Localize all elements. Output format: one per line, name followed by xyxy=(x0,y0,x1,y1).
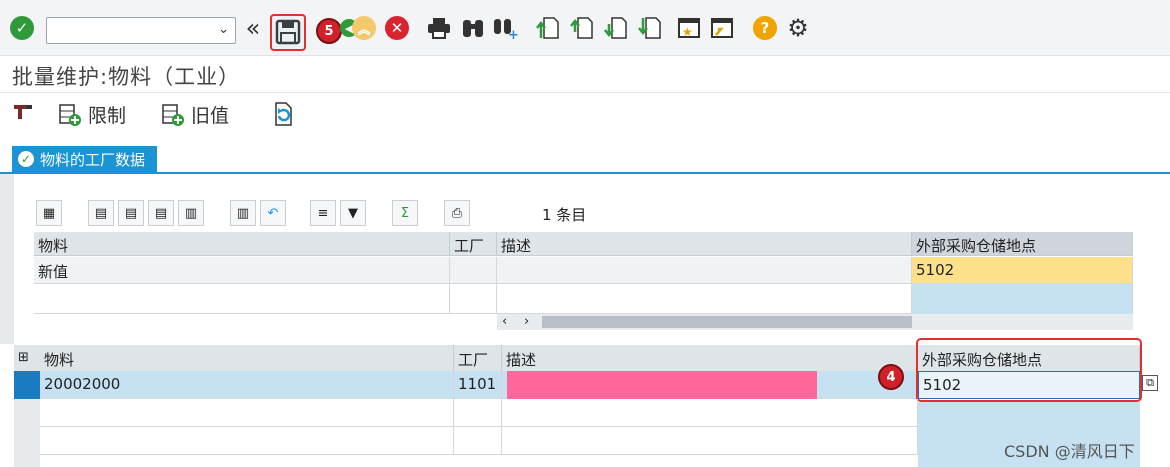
sum-icon[interactable]: Σ xyxy=(392,200,418,226)
redaction-block xyxy=(507,371,817,401)
last-page-icon[interactable] xyxy=(637,15,663,41)
cancel-icon[interactable]: ✕ xyxy=(384,15,410,41)
empty-cell xyxy=(502,399,918,427)
copy-row-icon[interactable]: ▥ xyxy=(230,200,256,226)
col-header-storage-location[interactable]: 外部采购仓储地点 xyxy=(912,232,1133,256)
cell-material[interactable]: 20002000 xyxy=(40,371,454,399)
undo-icon[interactable]: ↶ xyxy=(260,200,286,226)
prev-page-icon[interactable] xyxy=(569,15,595,41)
new-value-plant[interactable] xyxy=(450,257,497,284)
empty-cell xyxy=(40,427,454,455)
refresh-icon xyxy=(275,102,292,126)
empty-cell xyxy=(40,399,454,427)
first-page-icon[interactable] xyxy=(535,15,561,41)
old-value-button[interactable]: 旧值 xyxy=(161,101,229,128)
filter-select-icon[interactable]: ▥ xyxy=(178,200,204,226)
details-icon[interactable]: ▦ xyxy=(36,200,62,226)
table-settings-icon[interactable]: ⊞ xyxy=(14,345,40,371)
scroll-left-icon[interactable]: ‹ xyxy=(502,314,507,329)
col-header-material[interactable]: 物料 xyxy=(34,232,450,256)
settings-icon[interactable]: ⚙ xyxy=(785,14,811,42)
row-count: 1 条目 xyxy=(542,206,587,224)
enter-icon[interactable]: ✓ xyxy=(9,15,35,41)
print-icon[interactable] xyxy=(426,15,452,41)
cell-storage-location[interactable]: 5102 xyxy=(918,371,1140,399)
filter-icon[interactable]: ▼ xyxy=(340,200,366,226)
row-selector[interactable] xyxy=(14,371,40,399)
command-field[interactable]: ⌄ xyxy=(46,17,236,44)
shortcut-icon[interactable] xyxy=(709,15,735,41)
page-title: 批量维护:物料（工业） xyxy=(12,65,241,89)
next-page-icon[interactable] xyxy=(603,15,629,41)
empty-cell xyxy=(502,427,918,455)
empty-cell xyxy=(454,399,502,427)
empty-cell xyxy=(450,284,497,314)
col-header-material[interactable]: 物料 xyxy=(40,345,454,371)
add-column-icon xyxy=(162,103,184,126)
select-all-icon[interactable]: ▤ xyxy=(88,200,114,226)
row-selector-column xyxy=(14,399,40,467)
back-icon[interactable]: « xyxy=(240,14,266,42)
scroll-right-icon[interactable]: › xyxy=(524,314,529,329)
title-bar: 批量维护:物料（工业） xyxy=(0,56,1170,93)
watermark: CSDN @清风日下 xyxy=(1004,442,1135,461)
select-block-icon[interactable]: ▤ xyxy=(148,200,174,226)
left-margin xyxy=(0,174,14,344)
svg-text:+: + xyxy=(508,28,518,40)
col-header-plant[interactable]: 工厂 xyxy=(450,232,497,256)
find-icon[interactable] xyxy=(460,15,486,41)
check-icon: ✓ xyxy=(18,151,34,167)
application-toolbar: 限制 旧值 xyxy=(0,93,1170,135)
new-value-label: 新值 xyxy=(34,257,450,284)
filter-tool-button[interactable] xyxy=(12,101,34,123)
help-icon[interactable]: ? xyxy=(752,15,778,41)
up-icon[interactable]: ︽ xyxy=(351,15,377,41)
print-icon[interactable]: ⎙ xyxy=(444,200,470,226)
svg-text:★: ★ xyxy=(682,25,693,39)
tab-plant-data[interactable]: ✓ 物料的工厂数据 xyxy=(12,146,158,172)
col-header-description[interactable]: 描述 xyxy=(497,232,912,256)
empty-cell xyxy=(34,284,450,314)
cell-plant[interactable]: 1101 xyxy=(454,371,502,399)
scrollbar-thumb[interactable] xyxy=(542,316,912,328)
restrict-button[interactable]: 限制 xyxy=(58,101,126,128)
empty-cell xyxy=(454,427,502,455)
step-badge: 4 xyxy=(878,364,904,390)
system-toolbar: ✓ ⌄ « 5 ◀ ︽ ✕ + ★ ? ⚙ xyxy=(0,0,1170,56)
empty-cell xyxy=(497,284,912,314)
find-next-icon[interactable]: + xyxy=(492,15,518,41)
add-column-icon xyxy=(59,103,81,126)
sort-ascending-icon[interactable]: ≡ xyxy=(310,200,336,226)
new-value-description[interactable] xyxy=(497,257,912,284)
col-header-description[interactable]: 描述 xyxy=(502,345,918,371)
filter-tool-icon xyxy=(14,105,32,119)
deselect-all-icon[interactable]: ▤ xyxy=(118,200,144,226)
value-help-icon[interactable]: ⧉ xyxy=(1142,375,1158,391)
save-icon xyxy=(275,19,301,45)
chevron-down-icon[interactable]: ⌄ xyxy=(218,22,229,37)
new-value-storage-location[interactable]: 5102 xyxy=(912,257,1133,284)
save-button[interactable] xyxy=(270,14,306,51)
col-header-plant[interactable]: 工厂 xyxy=(454,345,502,371)
refresh-button[interactable] xyxy=(271,101,295,127)
new-session-icon[interactable]: ★ xyxy=(676,15,702,41)
